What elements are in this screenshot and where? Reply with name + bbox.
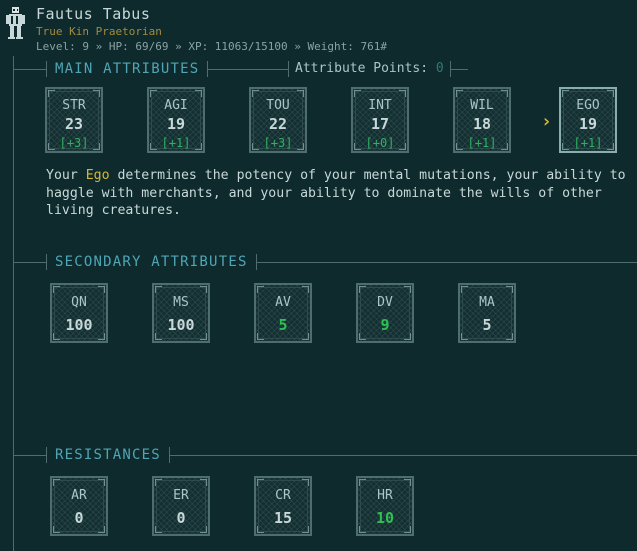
attribute-abbr: WIL <box>470 98 494 113</box>
secondary-abbr: QN <box>71 295 87 310</box>
main-attributes-title: MAIN ATTRIBUTES <box>46 61 209 77</box>
attribute-value: 18 <box>472 115 492 133</box>
attribute-value: 22 <box>268 115 288 133</box>
attribute-value: 19 <box>166 115 186 133</box>
description-prefix: Your <box>46 168 86 183</box>
secondary-value: 5 <box>482 316 492 334</box>
attribute-tile-tou[interactable]: TOU 22 [+3] <box>249 87 307 153</box>
secondary-value: 100 <box>167 316 195 334</box>
character-header: Fautus Tabus True Kin Praetorian Level: … <box>0 0 637 58</box>
secondary-value: 5 <box>278 316 288 334</box>
attribute-value: 17 <box>370 115 390 133</box>
attribute-tile-int[interactable]: INT 17 [+0] <box>351 87 409 153</box>
attribute-value: 23 <box>64 115 84 133</box>
attribute-abbr: INT <box>368 98 392 113</box>
secondary-tile-qn[interactable]: QN 100 <box>50 283 108 343</box>
secondary-tile-ma[interactable]: MA 5 <box>458 283 516 343</box>
attribute-tile-str[interactable]: STR 23 [+3] <box>45 87 103 153</box>
secondary-value: 100 <box>65 316 93 334</box>
attribute-abbr: EGO <box>576 98 600 113</box>
resistance-value: 15 <box>273 509 293 527</box>
attribute-tile-wil[interactable]: WIL 18 [+1] <box>453 87 511 153</box>
attribute-tile-agi[interactable]: AGI 19 [+1] <box>147 87 205 153</box>
attribute-abbr: AGI <box>164 98 188 113</box>
attribute-modifier: [+3] <box>59 136 89 150</box>
secondary-tile-av[interactable]: AV 5 <box>254 283 312 343</box>
resistance-abbr: AR <box>71 488 87 503</box>
description-highlight: Ego <box>85 168 110 183</box>
secondary-attributes-title: SECONDARY ATTRIBUTES <box>46 254 257 270</box>
attribute-modifier: [+3] <box>263 136 293 150</box>
character-subtitle: True Kin Praetorian <box>36 25 162 38</box>
resistance-tile-er[interactable]: ER 0 <box>152 476 210 536</box>
secondary-tile-dv[interactable]: DV 9 <box>356 283 414 343</box>
secondary-value: 9 <box>380 316 390 334</box>
resistance-abbr: HR <box>377 488 393 503</box>
attribute-points-label: Attribute Points: <box>295 61 429 76</box>
resistance-value: 10 <box>375 509 395 527</box>
secondary-abbr: DV <box>377 295 393 310</box>
attribute-modifier: [+0] <box>365 136 395 150</box>
secondary-tile-ms[interactable]: MS 100 <box>152 283 210 343</box>
resistance-abbr: ER <box>173 488 189 503</box>
description-text: determines the potency of your mental mu… <box>46 168 626 218</box>
resistance-abbr: CR <box>275 488 291 503</box>
resistances-title: RESISTANCES <box>46 447 170 463</box>
attribute-abbr: STR <box>62 98 86 113</box>
resistance-value: 0 <box>74 509 84 527</box>
attribute-modifier: [+1] <box>161 136 191 150</box>
attribute-modifier: [+1] <box>573 136 603 150</box>
resistance-tile-hr[interactable]: HR 10 <box>356 476 414 536</box>
resistance-tile-cr[interactable]: CR 15 <box>254 476 312 536</box>
attribute-points-value: 0 <box>435 61 444 76</box>
attribute-abbr: TOU <box>266 98 290 113</box>
attribute-description: Your Ego determines the potency of your … <box>46 167 626 220</box>
secondary-abbr: MS <box>173 295 189 310</box>
resistance-tile-ar[interactable]: AR 0 <box>50 476 108 536</box>
secondary-abbr: AV <box>275 295 291 310</box>
attribute-points: Attribute Points: 0 <box>288 61 451 77</box>
resistance-value: 0 <box>176 509 186 527</box>
character-name: Fautus Tabus <box>36 5 151 23</box>
attribute-value: 19 <box>578 115 598 133</box>
left-frame-line <box>13 56 14 551</box>
attribute-tile-ego[interactable]: EGO 19 [+1] <box>559 87 617 153</box>
character-stats-line: Level: 9 » HP: 69/69 » XP: 11063/15100 »… <box>36 40 387 53</box>
secondary-abbr: MA <box>479 295 495 310</box>
attribute-modifier: [+1] <box>467 136 497 150</box>
selected-arrow-icon: › <box>541 111 552 132</box>
character-avatar-icon <box>6 7 25 39</box>
